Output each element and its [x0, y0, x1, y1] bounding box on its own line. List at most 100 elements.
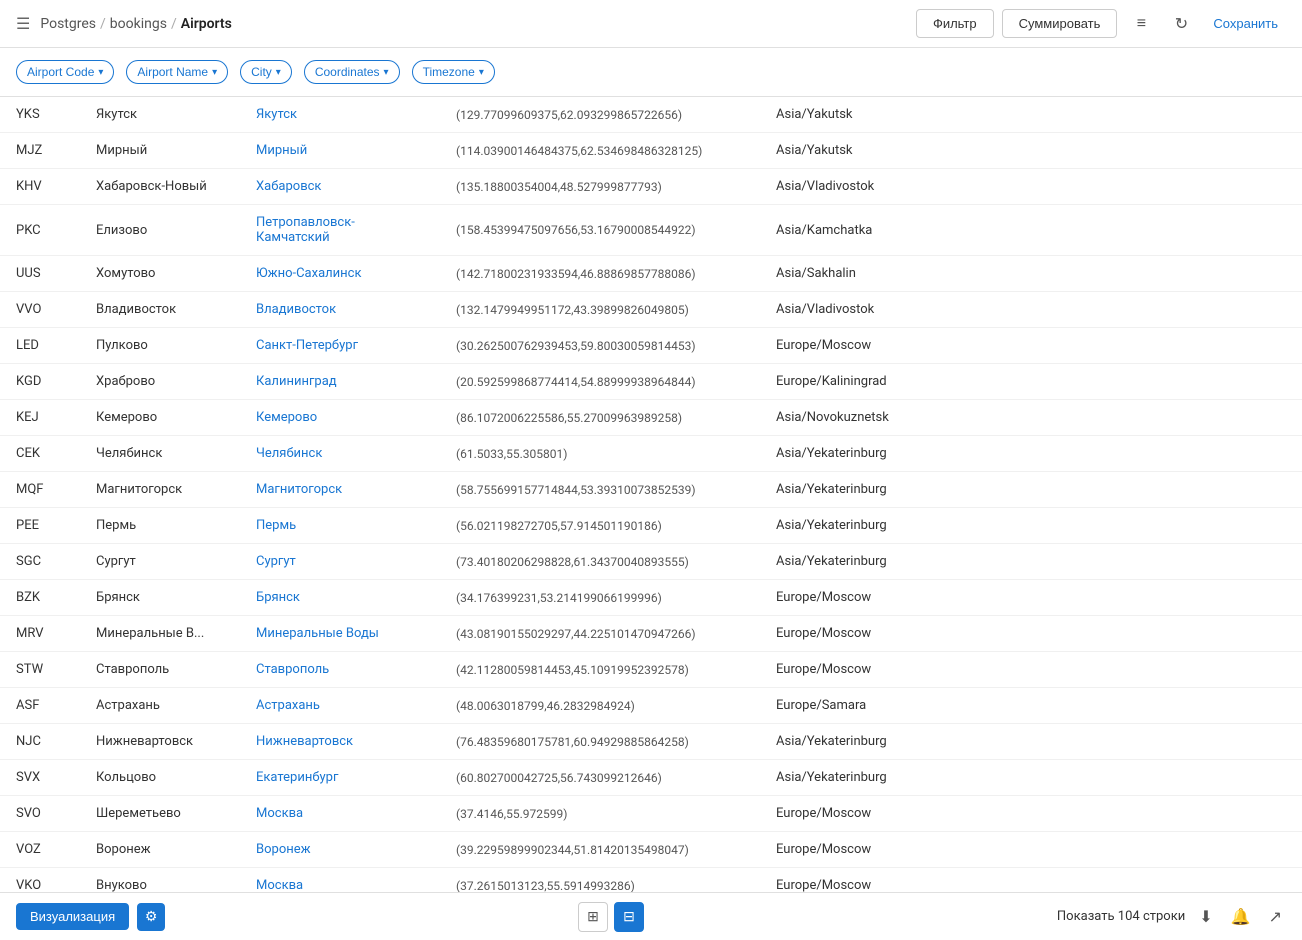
cell-code: CEK: [0, 436, 80, 472]
cell-city[interactable]: Петропавловск-Камчатский: [240, 205, 440, 256]
table-row[interactable]: MRV Минеральные В... Минеральные Воды (4…: [0, 616, 1302, 652]
footer-center: ⊞ ⊟: [578, 902, 644, 932]
table-row[interactable]: MQF Магнитогорск Магнитогорск (58.755699…: [0, 472, 1302, 508]
cell-city[interactable]: Челябинск: [240, 436, 440, 472]
col-header-city[interactable]: City ▾: [240, 60, 292, 84]
table-view-button[interactable]: ⊞: [578, 902, 608, 932]
chevron-down-icon: ▾: [212, 67, 217, 78]
cell-tz: Asia/Yekaterinburg: [760, 544, 1302, 580]
table-row[interactable]: UUS Хомутово Южно-Сахалинск (142.7180023…: [0, 256, 1302, 292]
cell-city[interactable]: Ставрополь: [240, 652, 440, 688]
cell-coords: (34.176399231,53.214199066199996): [440, 580, 760, 616]
table-row[interactable]: SVX Кольцово Екатеринбург (60.8027000427…: [0, 760, 1302, 796]
cell-city[interactable]: Владивосток: [240, 292, 440, 328]
cell-city[interactable]: Нижневартовск: [240, 724, 440, 760]
export-button[interactable]: ↗: [1265, 903, 1286, 931]
cell-coords: (158.45399475097656,53.16790008544922): [440, 205, 760, 256]
visualization-button[interactable]: Визуализация: [16, 903, 129, 930]
cell-coords: (76.48359680175781,60.94929885864258): [440, 724, 760, 760]
refresh-button[interactable]: ↻: [1165, 8, 1197, 40]
table-row[interactable]: KHV Хабаровск-Новый Хабаровск (135.18800…: [0, 169, 1302, 205]
cell-tz: Asia/Yekaterinburg: [760, 508, 1302, 544]
cell-name: Владивосток: [80, 292, 240, 328]
chevron-down-icon: ▾: [276, 67, 281, 78]
sum-button[interactable]: Суммировать: [1002, 9, 1118, 38]
breadcrumb-bookings[interactable]: bookings: [110, 16, 167, 32]
notification-button[interactable]: 🔔: [1227, 903, 1255, 931]
cell-name: Пулково: [80, 328, 240, 364]
visualization-settings-button[interactable]: ⚙: [137, 903, 165, 931]
cell-city[interactable]: Санкт-Петербург: [240, 328, 440, 364]
settings-icon-button[interactable]: ≡: [1125, 8, 1157, 40]
cell-coords: (58.755699157714844,53.39310073852539): [440, 472, 760, 508]
cell-code: MRV: [0, 616, 80, 652]
cell-tz: Asia/Novokuznetsk: [760, 400, 1302, 436]
cell-code: STW: [0, 652, 80, 688]
cell-city[interactable]: Москва: [240, 868, 440, 893]
col-header-coordinates[interactable]: Coordinates ▾: [304, 60, 400, 84]
cell-code: PKC: [0, 205, 80, 256]
cell-city[interactable]: Минеральные Воды: [240, 616, 440, 652]
cell-city[interactable]: Хабаровск: [240, 169, 440, 205]
row-count-label: Показать 104 строки: [1057, 909, 1185, 924]
cell-name: Мирный: [80, 133, 240, 169]
cell-city[interactable]: Якутск: [240, 97, 440, 133]
cell-city[interactable]: Москва: [240, 796, 440, 832]
table-row[interactable]: BZK Брянск Брянск (34.176399231,53.21419…: [0, 580, 1302, 616]
table-row[interactable]: PEE Пермь Пермь (56.021198272705,57.9145…: [0, 508, 1302, 544]
cell-tz: Europe/Moscow: [760, 328, 1302, 364]
table-row[interactable]: YKS Якутск Якутск (129.77099609375,62.09…: [0, 97, 1302, 133]
cell-city[interactable]: Астрахань: [240, 688, 440, 724]
table-row[interactable]: CEK Челябинск Челябинск (61.5033,55.3058…: [0, 436, 1302, 472]
table-row[interactable]: VKO Внуково Москва (37.2615013123,55.591…: [0, 868, 1302, 893]
cell-coords: (43.08190155029297,44.225101470947266): [440, 616, 760, 652]
table-row[interactable]: STW Ставрополь Ставрополь (42.1128005981…: [0, 652, 1302, 688]
col-header-airport-name[interactable]: Airport Name ▾: [126, 60, 228, 84]
cell-city[interactable]: Мирный: [240, 133, 440, 169]
cell-code: SVX: [0, 760, 80, 796]
table-row[interactable]: MJZ Мирный Мирный (114.03900146484375,62…: [0, 133, 1302, 169]
cell-tz: Europe/Moscow: [760, 616, 1302, 652]
cell-city[interactable]: Брянск: [240, 580, 440, 616]
table-row[interactable]: PKC Елизово Петропавловск-Камчатский (15…: [0, 205, 1302, 256]
cell-code: NJC: [0, 724, 80, 760]
save-button[interactable]: Сохранить: [1205, 10, 1286, 37]
cell-city[interactable]: Калининград: [240, 364, 440, 400]
table-row[interactable]: SGC Сургут Сургут (73.40180206298828,61.…: [0, 544, 1302, 580]
download-button[interactable]: ⬇: [1195, 903, 1216, 931]
cell-tz: Asia/Yakutsk: [760, 97, 1302, 133]
cell-name: Кемерово: [80, 400, 240, 436]
cell-coords: (86.1072006225586,55.27009963989258): [440, 400, 760, 436]
table-row[interactable]: LED Пулково Санкт-Петербург (30.26250076…: [0, 328, 1302, 364]
table-row[interactable]: KEJ Кемерово Кемерово (86.1072006225586,…: [0, 400, 1302, 436]
chevron-down-icon: ▾: [384, 67, 389, 78]
table-row[interactable]: VOZ Воронеж Воронеж (39.22959899902344,5…: [0, 832, 1302, 868]
column-headers: Airport Code ▾ Airport Name ▾ City ▾ Coo…: [0, 48, 1302, 97]
table-row[interactable]: KGD Храброво Калининград (20.59259986877…: [0, 364, 1302, 400]
col-header-airport-code[interactable]: Airport Code ▾: [16, 60, 114, 84]
cell-city[interactable]: Кемерово: [240, 400, 440, 436]
cell-code: ASF: [0, 688, 80, 724]
cell-tz: Europe/Moscow: [760, 796, 1302, 832]
cell-city[interactable]: Екатеринбург: [240, 760, 440, 796]
cell-city[interactable]: Пермь: [240, 508, 440, 544]
cell-tz: Europe/Kaliningrad: [760, 364, 1302, 400]
cell-city[interactable]: Магнитогорск: [240, 472, 440, 508]
grid-view-button[interactable]: ⊟: [614, 902, 644, 932]
table-row[interactable]: SVO Шереметьево Москва (37.4146,55.97259…: [0, 796, 1302, 832]
cell-tz: Asia/Vladivostok: [760, 292, 1302, 328]
table-row[interactable]: ASF Астрахань Астрахань (48.0063018799,4…: [0, 688, 1302, 724]
filter-button[interactable]: Фильтр: [916, 9, 994, 38]
cell-coords: (20.592599868774414,54.88999938964844): [440, 364, 760, 400]
cell-city[interactable]: Сургут: [240, 544, 440, 580]
cell-city[interactable]: Южно-Сахалинск: [240, 256, 440, 292]
cell-coords: (37.2615013123,55.5914993286): [440, 868, 760, 893]
cell-tz: Asia/Yekaterinburg: [760, 472, 1302, 508]
table-row[interactable]: NJC Нижневартовск Нижневартовск (76.4835…: [0, 724, 1302, 760]
breadcrumb-postgres[interactable]: Postgres: [40, 16, 96, 32]
cell-coords: (37.4146,55.972599): [440, 796, 760, 832]
table-row[interactable]: VVO Владивосток Владивосток (132.1479949…: [0, 292, 1302, 328]
header: ☰ Postgres / bookings / Airports Фильтр …: [0, 0, 1302, 48]
cell-city[interactable]: Воронеж: [240, 832, 440, 868]
col-header-timezone[interactable]: Timezone ▾: [412, 60, 495, 84]
